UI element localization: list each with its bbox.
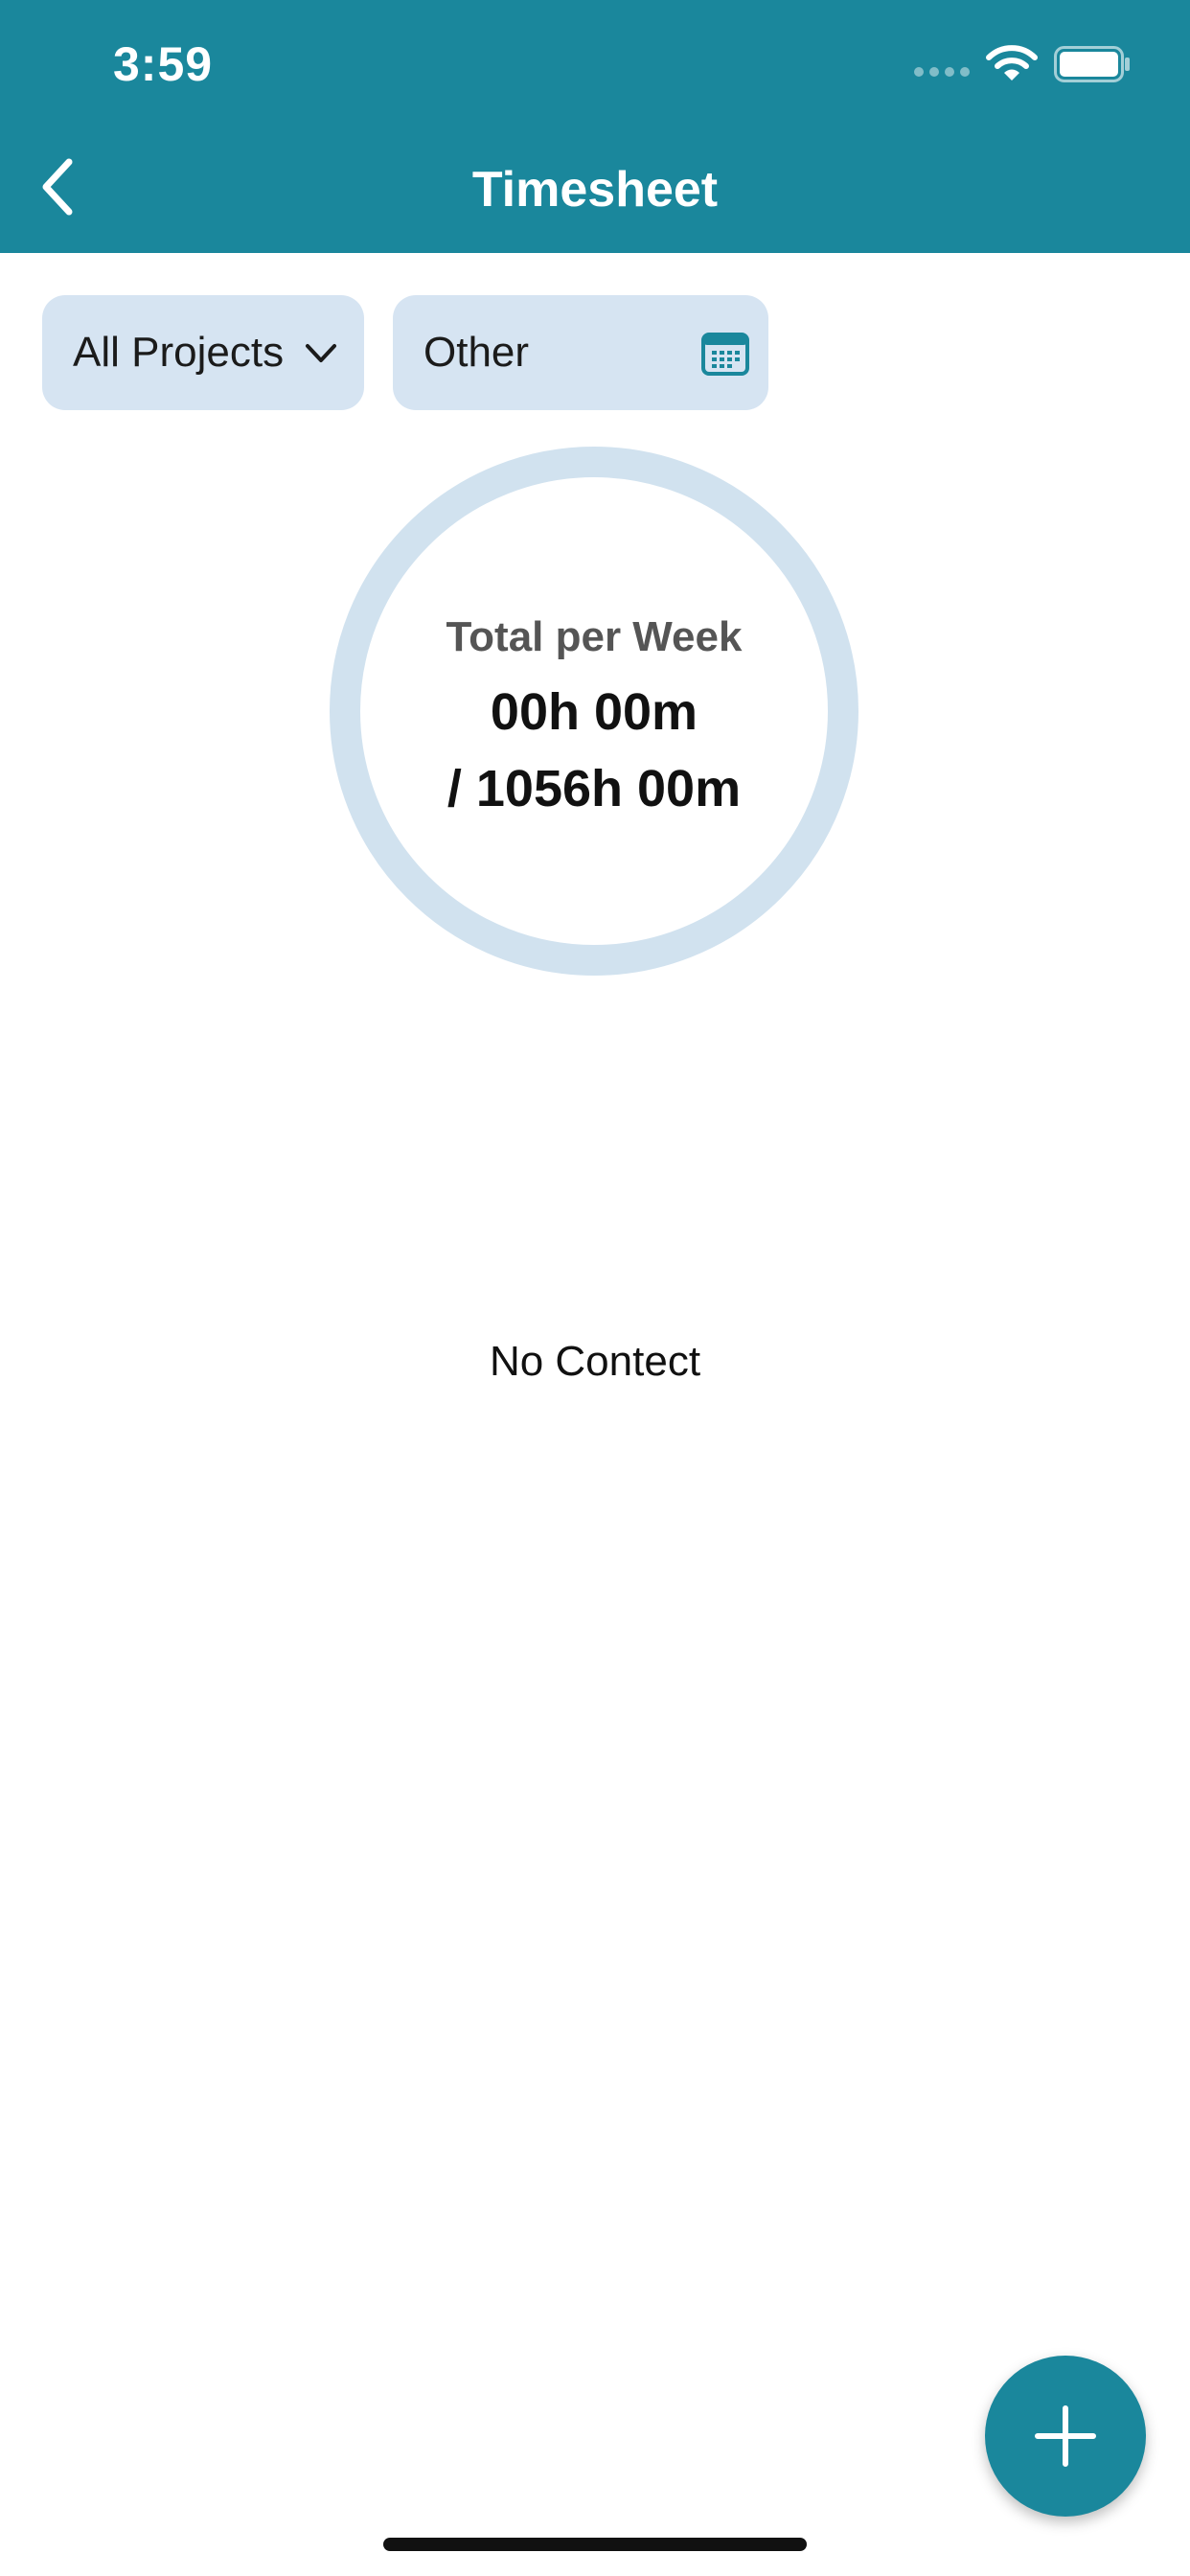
empty-state-text: No Contect bbox=[489, 1338, 701, 1385]
wifi-icon bbox=[986, 45, 1038, 80]
cellular-signal-icon bbox=[914, 67, 970, 77]
period-filter-button[interactable]: Other bbox=[393, 295, 768, 410]
app-header: 3:59 Timesheet bbox=[0, 0, 1190, 253]
logged-time: 00h 00m bbox=[490, 683, 698, 741]
calendar-icon bbox=[701, 333, 749, 376]
total-time: / 1056h 00m bbox=[446, 760, 742, 817]
period-filter-label: Other bbox=[423, 329, 530, 376]
add-entry-button[interactable] bbox=[985, 2356, 1146, 2517]
project-filter-label: All Projects bbox=[73, 329, 285, 376]
battery-icon bbox=[1054, 46, 1130, 82]
plus-icon bbox=[1035, 2405, 1096, 2467]
project-filter-dropdown[interactable]: All Projects bbox=[42, 295, 364, 410]
chevron-down-icon bbox=[306, 344, 336, 362]
home-indicator bbox=[383, 2538, 807, 2551]
summary-label: Total per Week bbox=[446, 613, 743, 660]
page-title: Timesheet bbox=[471, 162, 719, 218]
status-time: 3:59 bbox=[113, 37, 214, 91]
